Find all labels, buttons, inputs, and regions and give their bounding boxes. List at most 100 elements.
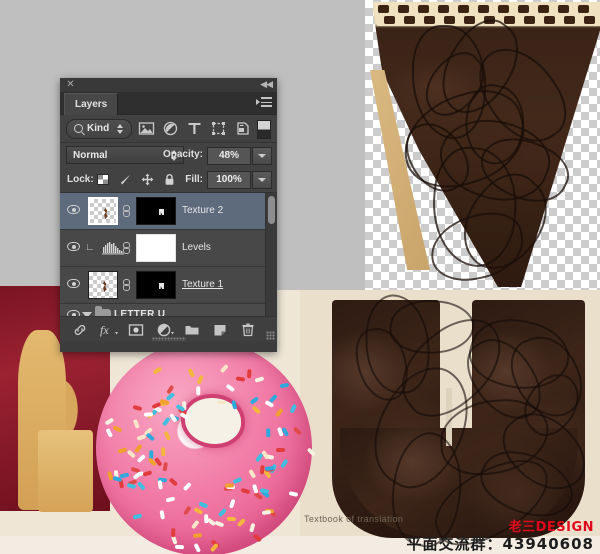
layer-name[interactable]: Texture 1 [182,279,223,290]
link-mask-icon[interactable] [122,205,131,217]
layers-list[interactable]: Texture 2 ∟ Levels Texture 1 LETTER U [60,193,277,316]
sprinkle [246,369,252,379]
sprinkle [226,516,237,521]
layers-panel[interactable]: ✕ ◀◀ Layers Kind Normal Opacity: 48% Loc… [60,78,277,352]
cake-dot [518,5,529,13]
eye-icon[interactable] [67,279,80,288]
opacity-label: Opacity: [162,149,203,160]
screenshot-root: Textbook of translation 老三DESIGN 平面交流群：4… [0,0,600,554]
add-layer-mask-icon[interactable] [128,322,144,338]
blend-mode-value: Normal [73,150,108,161]
lock-label: Lock: [67,174,94,185]
lock-transparent-pixels-icon[interactable] [96,172,111,187]
fill-input[interactable]: 100% [207,171,251,189]
link-mask-icon[interactable] [122,242,131,254]
filter-shape-layers-icon[interactable] [210,120,227,137]
cake-dot [524,16,535,24]
layer-name[interactable]: Texture 2 [182,205,223,216]
cake-dot [578,5,589,13]
panel-resize-grip[interactable] [266,331,275,340]
cake-dot [564,16,575,24]
cake-dot [478,5,489,13]
layer-thumbnail[interactable] [88,197,118,225]
filter-adjustment-layers-icon[interactable] [162,120,179,137]
cake-dot [444,16,455,24]
double-chevron-left-icon[interactable]: ◀◀ [260,79,273,90]
tab-layers[interactable]: Layers [64,93,119,115]
cake-crumb-lower [38,430,93,512]
filter-enable-toggle[interactable] [257,120,271,139]
sprinkle [171,528,175,538]
magnifier-icon [74,124,83,133]
layer-style-fx-icon[interactable]: fx [100,322,118,338]
cake-dot [384,16,395,24]
table-row[interactable]: Texture 2 [60,193,277,230]
lock-image-pixels-icon[interactable] [118,172,133,187]
link-mask-icon[interactable] [122,279,131,291]
lock-fill-row: Lock: Fill: 100% [60,167,277,193]
sprinkle [266,428,271,438]
clipping-mask-arrow-icon: ∟ [85,242,95,253]
lock-position-icon[interactable] [140,172,155,187]
cake-dot [498,5,509,13]
panel-tabstrip: Layers [60,93,277,115]
filter-kind-label: Kind [87,123,110,134]
table-row[interactable]: ∟ Levels [60,230,277,267]
layer-mask-thumbnail[interactable] [136,271,176,299]
eye-icon[interactable] [67,205,80,214]
cake-dot [398,5,409,13]
fill-label: Fill: [185,174,203,185]
filter-type-layers-icon[interactable] [186,120,203,137]
sprinkle [175,544,185,549]
layer-name[interactable]: LETTER U [114,309,165,316]
opacity-input[interactable]: 48% [207,147,251,165]
sprinkle [162,461,168,472]
filter-pixel-layers-icon[interactable] [138,120,155,137]
sprinkle [216,400,226,405]
close-icon[interactable]: ✕ [65,79,76,90]
fill-dropdown-arrow[interactable] [252,171,272,189]
filter-smart-object-icon[interactable] [234,120,251,137]
layers-panel-toolbar: fx [60,316,277,342]
blend-opacity-row: Normal Opacity: 48% [60,143,277,167]
panel-drag-grip[interactable] [151,337,186,341]
opacity-dropdown-arrow[interactable] [252,147,272,165]
cake-dot [544,16,555,24]
cake-dot [424,16,435,24]
new-adjustment-layer-icon[interactable] [156,322,174,338]
cake-dot [464,16,475,24]
cake-dot [538,5,549,13]
new-layer-icon[interactable] [212,322,228,338]
eye-icon[interactable] [67,242,80,251]
filter-kind-dropdown[interactable]: Kind [66,119,132,139]
svg-text:fx: fx [100,323,109,337]
sprinkle [235,375,245,381]
cake-dot [584,16,595,24]
chevron-updown-icon [117,123,124,135]
folder-icon [95,306,111,316]
layer-name[interactable]: Levels [182,242,211,253]
delete-layer-icon[interactable] [240,322,256,338]
cake-dot [378,5,389,13]
watermark-group-number: 平面交流群：43940608 [406,535,594,553]
textbook-caption: Textbook of translation [304,514,404,524]
layer-thumbnail[interactable] [88,271,118,299]
cake-dot [404,16,415,24]
layer-mask-thumbnail[interactable] [136,197,176,225]
panel-titlebar[interactable]: ✕ ◀◀ [60,78,277,93]
cake-dot [458,5,469,13]
layer-filter-row: Kind [60,115,277,143]
cake-dot [558,5,569,13]
sprinkle [161,446,166,456]
link-layers-icon[interactable] [72,322,88,338]
layer-mask-thumbnail[interactable] [136,234,176,262]
layers-scrollbar-thumb[interactable] [268,196,275,224]
cake-dot [504,16,515,24]
table-row[interactable]: LETTER U [60,304,277,316]
layers-scrollbar[interactable] [265,193,277,316]
lock-all-icon[interactable] [162,172,177,187]
table-row[interactable]: Texture 1 [60,267,277,304]
panel-menu-icon[interactable] [256,97,272,109]
new-group-icon[interactable] [184,322,200,338]
sprinkle [224,483,234,488]
